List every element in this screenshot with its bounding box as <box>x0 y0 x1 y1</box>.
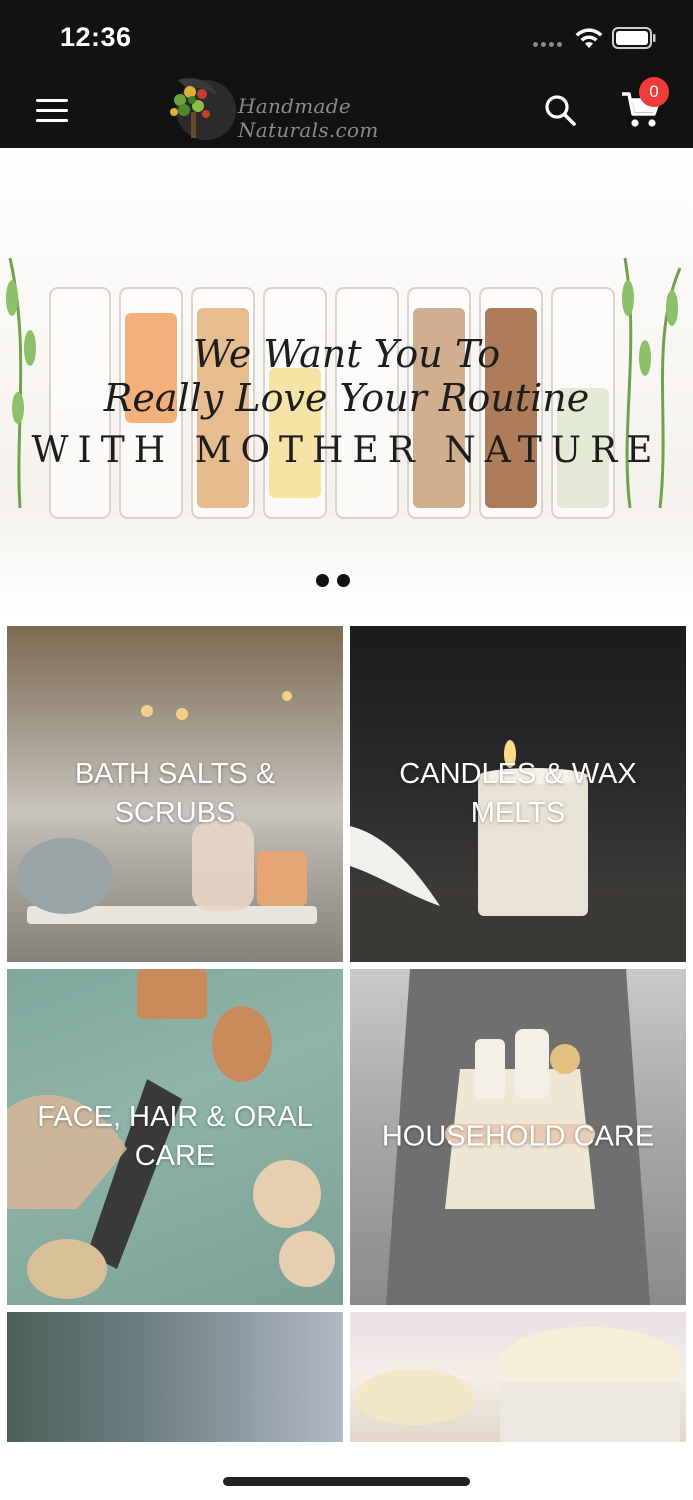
battery-icon <box>612 27 656 49</box>
category-face-hair-oral-care[interactable]: FACE, HAIR & ORAL CARE <box>7 969 343 1305</box>
banner-headline-1: We Want You To <box>192 332 501 376</box>
category-tile-5[interactable] <box>7 1312 343 1442</box>
home-indicator[interactable] <box>223 1477 470 1486</box>
category-tile-6[interactable] <box>350 1312 686 1442</box>
status-time: 12:36 <box>60 22 132 52</box>
category-label: FACE, HAIR & ORAL CARE <box>37 1101 313 1172</box>
carousel-pagination <box>316 574 350 587</box>
app-header: 12:36 Handmade Naturals.com 0 <box>0 0 693 148</box>
category-label: CANDLES & WAX MELTS <box>399 758 637 829</box>
hero-banner[interactable]: We Want You To Really Love Your Routine … <box>0 148 693 616</box>
cellular-signal-icon <box>533 42 562 47</box>
category-household-care[interactable]: HOUSEHOLD CARE <box>350 969 686 1305</box>
category-candles-wax-melts[interactable]: CANDLES & WAX MELTS <box>350 626 686 962</box>
carousel-dot[interactable] <box>316 574 329 587</box>
category-bath-salts-scrubs[interactable]: BATH SALTS & SCRUBS <box>7 626 343 962</box>
wifi-icon <box>575 28 603 48</box>
cream-jar-image <box>355 1327 680 1442</box>
banner-headline-2: Really Love Your Routine <box>103 376 590 420</box>
menu-button[interactable] <box>34 96 70 124</box>
banner-headline-3: WITH MOTHER NATURE <box>31 430 662 471</box>
logo-text: Handmade Naturals.com <box>238 94 379 142</box>
search-icon[interactable] <box>543 93 577 127</box>
cart-count-badge: 0 <box>639 77 669 107</box>
category-label: BATH SALTS & SCRUBS <box>74 758 276 829</box>
tree-logo-icon <box>170 78 236 140</box>
carousel-dot[interactable] <box>337 574 350 587</box>
category-label: HOUSEHOLD CARE <box>381 1120 655 1153</box>
brand-logo[interactable]: Handmade Naturals.com <box>158 70 458 148</box>
